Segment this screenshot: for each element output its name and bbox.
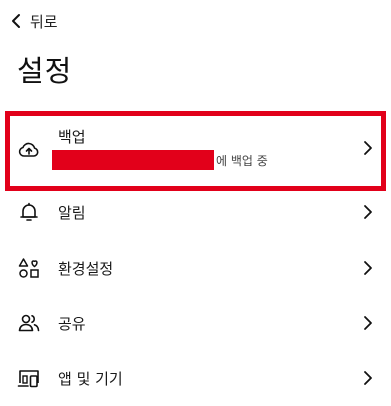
cloud-upload-icon	[17, 138, 41, 162]
settings-item-label: 환경설정	[58, 259, 114, 278]
settings-item-notifications[interactable]: 알림	[0, 184, 391, 240]
chevron-right-icon	[361, 203, 375, 221]
page-title: 설정	[17, 54, 73, 88]
chevron-right-icon	[361, 314, 375, 332]
redacted-account	[52, 150, 214, 170]
settings-item-label: 앱 및 기기	[58, 369, 123, 388]
chevron-right-icon	[361, 139, 375, 157]
people-icon	[17, 311, 41, 335]
chevron-left-icon	[8, 13, 24, 29]
back-label: 뒤로	[30, 12, 58, 31]
settings-item-label: 알림	[58, 203, 86, 222]
backup-title: 백업	[58, 128, 86, 146]
settings-item-sharing[interactable]: 공유	[0, 295, 391, 351]
chevron-right-icon	[361, 259, 375, 277]
settings-item-label: 공유	[58, 314, 86, 333]
devices-icon	[17, 366, 41, 390]
back-button[interactable]: 뒤로	[8, 8, 58, 34]
bell-icon	[17, 200, 41, 224]
settings-item-apps-devices[interactable]: 앱 및 기기	[0, 350, 391, 406]
chevron-right-icon	[361, 369, 375, 387]
settings-item-preferences[interactable]: 환경설정	[0, 240, 391, 296]
preferences-icon	[17, 256, 41, 280]
backup-status: 에 백업 중	[216, 154, 268, 168]
